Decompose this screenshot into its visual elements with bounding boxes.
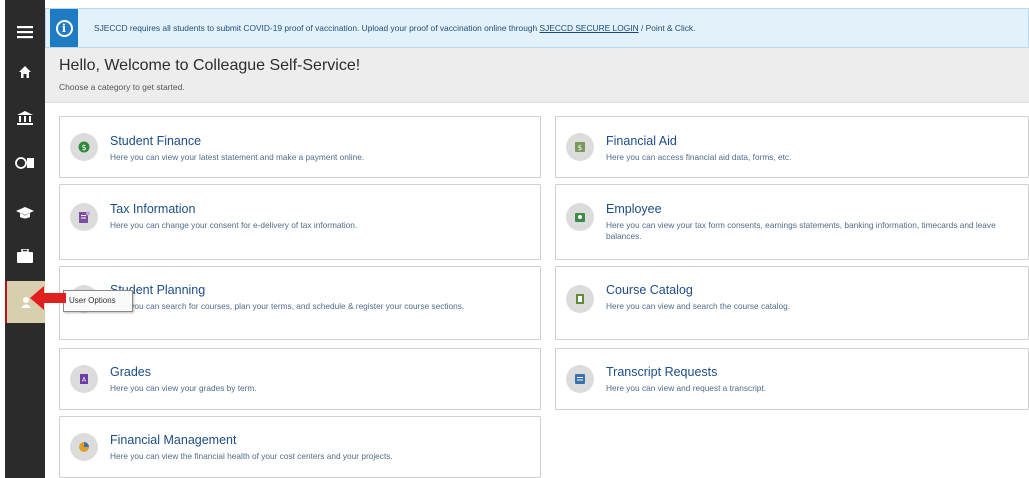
card-course-catalog[interactable]: Course Catalog Here you can view and sea… (555, 266, 1029, 340)
banner-text-after: / Point & Click. (638, 23, 696, 33)
red-arrow-annotation (30, 286, 66, 310)
card-title: Student Finance (110, 134, 202, 148)
card-student-finance[interactable]: $ Student Finance Here you can view your… (59, 116, 541, 178)
card-financial-aid[interactable]: $ Financial Aid Here you can access fina… (555, 116, 1029, 178)
grades-icon: A (70, 365, 98, 393)
briefcase-icon[interactable] (5, 236, 45, 276)
card-title: Financial Aid (606, 134, 677, 148)
card-title: Tax Information (110, 202, 196, 216)
card-description: Here you can access financial aid data, … (606, 152, 792, 162)
card-tax-information[interactable]: Tax Information Here you can change your… (59, 184, 541, 260)
employee-badge-icon (566, 203, 594, 231)
card-grades[interactable]: A Grades Here you can view your grades b… (59, 348, 541, 410)
tax-document-icon (70, 203, 98, 231)
home-icon[interactable] (5, 52, 45, 92)
banner-icon-box: i (50, 9, 78, 47)
bank-icon[interactable] (5, 98, 45, 138)
secure-login-link[interactable]: SJECCD SECURE LOGIN (540, 23, 639, 33)
card-title: Employee (606, 202, 662, 216)
dollar-circle-icon: $ (70, 133, 98, 161)
covid-vaccination-banner: i SJECCD requires all students to submit… (45, 8, 1029, 48)
card-description: Here you can view the financial health o… (110, 451, 393, 461)
card-title: Financial Management (110, 433, 237, 447)
banner-message: SJECCD requires all students to submit C… (94, 23, 695, 33)
card-title: Grades (110, 365, 151, 379)
card-transcript-requests[interactable]: Transcript Requests Here you can view an… (555, 348, 1029, 410)
card-description: Here you can change your consent for e-d… (110, 220, 358, 230)
info-icon: i (55, 19, 73, 37)
card-description: Here you can view your tax form consents… (606, 220, 996, 241)
welcome-header: Hello, Welcome to Colleague Self-Service… (45, 48, 1029, 103)
graduation-cap-icon[interactable] (5, 193, 45, 233)
left-nav (5, 0, 45, 478)
financial-aid-icon[interactable] (5, 143, 45, 183)
pie-chart-icon (70, 433, 98, 461)
card-employee[interactable]: Employee Here you can view your tax form… (555, 184, 1029, 260)
user-options-tooltip: User Options (63, 290, 133, 312)
page-title: Hello, Welcome to Colleague Self-Service… (59, 57, 361, 74)
card-financial-management[interactable]: Financial Management Here you can view t… (59, 416, 541, 478)
transcript-icon (566, 365, 594, 393)
svg-text:$: $ (578, 144, 582, 152)
page-subtitle: Choose a category to get started. (59, 82, 185, 92)
svg-text:$: $ (81, 143, 86, 152)
banner-text-before: SJECCD requires all students to submit C… (94, 23, 540, 33)
money-icon: $ (566, 133, 594, 161)
card-description: Here you can view and search the course … (606, 301, 791, 311)
card-description: Here you can view your latest statement … (110, 152, 365, 162)
card-description: Here you can search for courses, plan yo… (110, 301, 465, 311)
card-description: Here you can view and request a transcri… (606, 383, 767, 393)
card-title: Transcript Requests (606, 365, 718, 379)
hamburger-menu-icon[interactable] (5, 12, 45, 52)
card-title: Course Catalog (606, 283, 693, 297)
card-description: Here you can view your grades by term. (110, 383, 257, 393)
book-icon (566, 285, 594, 313)
